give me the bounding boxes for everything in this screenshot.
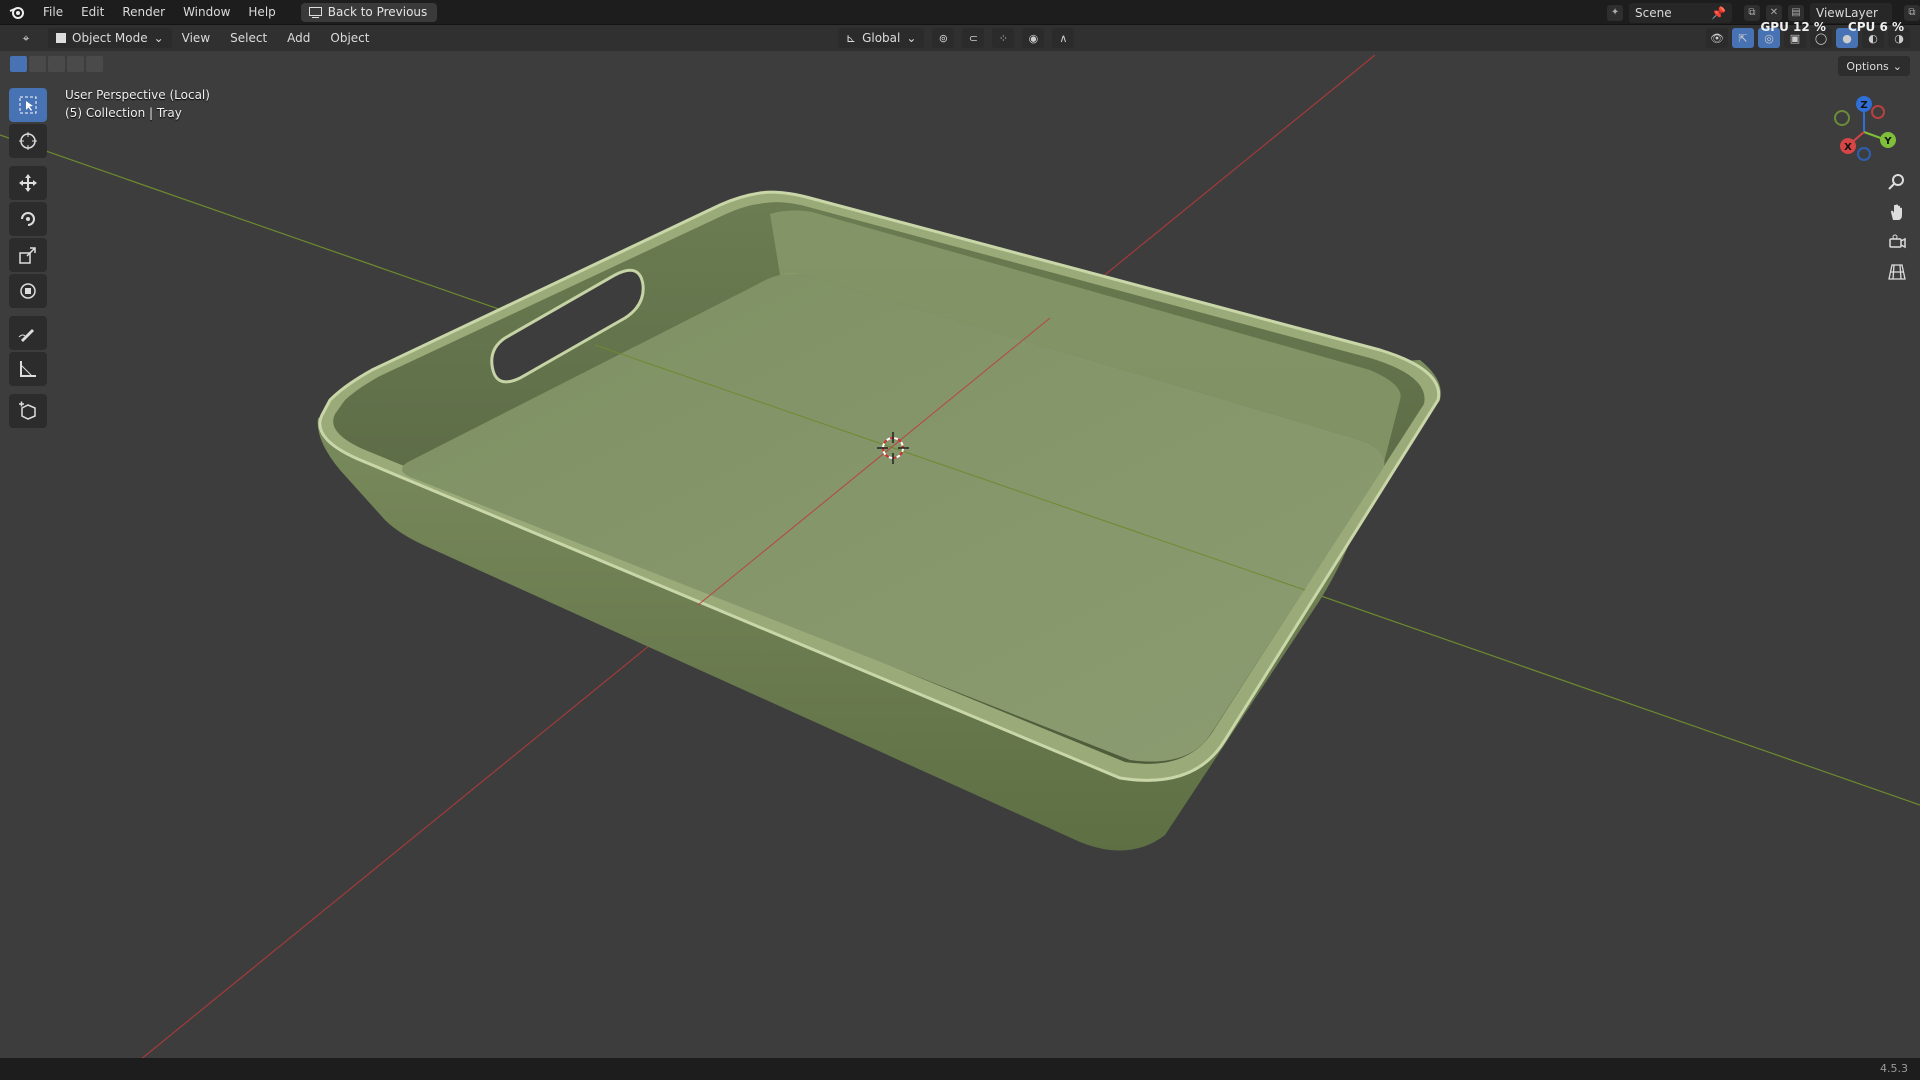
delete-scene-icon[interactable]: ✕ [1766,4,1782,21]
select-box-tool-icon[interactable] [9,88,47,122]
navigation-buttons [1884,170,1910,284]
navigation-gizmo[interactable]: Z Y X [1822,92,1902,172]
add-cube-tool-icon[interactable] [9,394,47,428]
transform-tool-icon[interactable] [9,274,47,308]
new-scene-icon[interactable]: ⧉ [1744,4,1760,21]
top-menubar: File Edit Render Window Help Back to Pre… [0,0,1920,25]
options-label: Options [1846,59,1889,73]
snap-target-icon[interactable]: ⁘ [992,28,1015,48]
select-invert-icon[interactable] [67,56,84,72]
menu-window[interactable]: Window [174,0,239,25]
scene-type-icon[interactable]: ✦ [1607,4,1624,21]
gizmo-y-label: Y [1883,136,1892,147]
transform-orientation-label: Global [862,31,901,45]
cursor-tool-icon[interactable] [9,124,47,158]
falloff-icon[interactable]: ∧ [1052,28,1075,48]
snap-toggle-icon[interactable]: ⊂ [962,28,985,48]
new-view-layer-icon[interactable]: ⧉ [1904,4,1920,21]
pan-hand-icon[interactable] [1884,200,1910,224]
zoom-icon[interactable] [1884,170,1910,194]
menu-file[interactable]: File [34,0,72,25]
view-layer-name: ViewLayer [1816,5,1878,20]
back-to-previous-label: Back to Previous [327,5,428,19]
pivot-point-icon[interactable]: ⊚ [932,28,955,48]
select-intersect-icon[interactable] [86,56,103,72]
scale-tool-icon[interactable] [9,238,47,272]
gizmo-z-label: Z [1860,100,1867,111]
measure-tool-icon[interactable] [9,352,47,386]
screen-icon [308,6,322,18]
rotate-tool-icon[interactable] [9,202,47,236]
annotate-tool-icon[interactable] [9,316,47,350]
gizmo-neg-x[interactable] [1871,105,1885,119]
object-mode-label: Object Mode [72,31,148,45]
selection-mode-group [10,56,103,72]
scene-name: Scene [1635,5,1672,20]
view-layer-type-icon[interactable]: ▤ [1788,4,1804,21]
viewport-header: ⌖ Object Mode ⌄ View Select Add Object ⊾… [0,25,1920,51]
header-menu-select[interactable]: Select [220,31,277,45]
select-new-icon[interactable] [10,56,27,72]
header-menu-add[interactable]: Add [277,31,320,45]
perspective-label: User Perspective (Local) [65,88,210,102]
orientation-icon: ⊾ [846,31,857,45]
gpu-usage: GPU 12 % [1760,20,1826,34]
object-mode-dropdown[interactable]: Object Mode ⌄ [48,28,172,48]
status-bar: 4.5.3 [0,1058,1920,1080]
collection-label: (5) Collection | Tray [65,106,182,120]
select-extend-icon[interactable] [29,56,46,72]
version-label: 4.5.3 [1880,1062,1908,1075]
select-subtract-icon[interactable] [48,56,65,72]
chevron-down-icon: ⌄ [153,31,164,45]
chevron-down-icon: ⌄ [1892,59,1902,73]
menu-help[interactable]: Help [239,0,284,25]
transform-orientation-dropdown[interactable]: ⊾ Global ⌄ [838,28,925,48]
gizmo-x-label: X [1844,142,1852,153]
proportional-edit-icon[interactable]: ◉ [1022,28,1045,48]
gizmo-toggle-icon[interactable]: ⇱ [1732,28,1754,48]
viewport-info: User Perspective (Local) (5) Collection … [65,86,210,122]
options-dropdown[interactable]: Options ⌄ [1838,56,1910,76]
gizmo-neg-z[interactable] [1857,147,1871,161]
pin-icon[interactable]: 📌 [1711,6,1726,20]
chevron-down-icon: ⌄ [906,31,917,45]
object-mode-icon [56,33,66,43]
performance-stats: GPU 12 % CPU 6 % [1760,20,1904,34]
back-to-previous-button[interactable]: Back to Previous [300,2,438,22]
blender-logo-icon[interactable] [0,0,34,25]
header-menu-view[interactable]: View [172,31,220,45]
tool-shelf [9,88,47,430]
visibility-icon[interactable]: 👁 [1706,28,1728,48]
menu-edit[interactable]: Edit [72,0,113,25]
menu-render[interactable]: Render [113,0,174,25]
perspective-toggle-icon[interactable] [1884,260,1910,284]
3d-viewport[interactable] [0,0,1920,1080]
gizmo-neg-y[interactable] [1834,110,1850,126]
move-tool-icon[interactable] [9,166,47,200]
header-menu-object[interactable]: Object [320,31,379,45]
cpu-usage: CPU 6 % [1847,20,1904,34]
camera-view-icon[interactable] [1884,230,1910,254]
editor-type-icon[interactable]: ⌖ [12,29,40,47]
blender-window: File Edit Render Window Help Back to Pre… [0,0,1920,1080]
transform-tools: ⊾ Global ⌄ ⊚ ⊂ ⁘ ◉ ∧ [838,28,1075,48]
scene-selector[interactable]: Scene 📌 [1629,2,1732,23]
